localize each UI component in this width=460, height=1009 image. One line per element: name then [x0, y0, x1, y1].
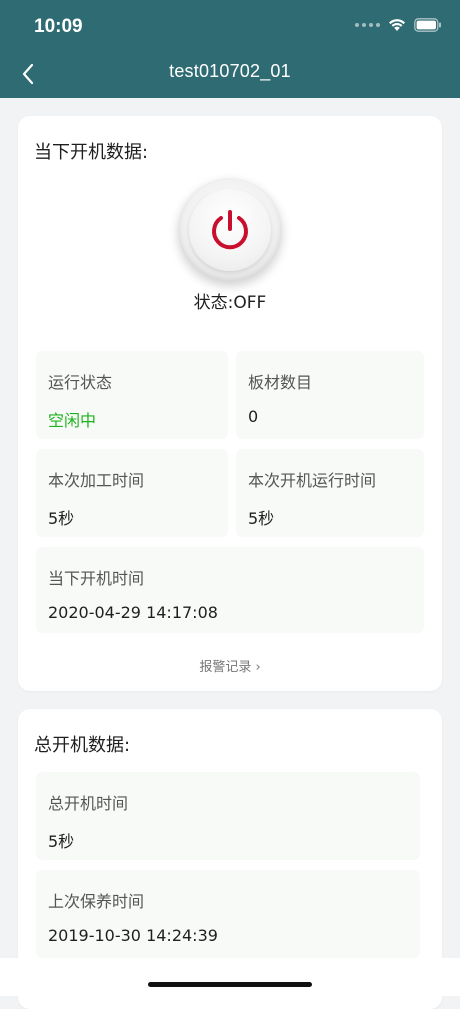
current-data-title: 当下开机数据:	[34, 142, 149, 163]
cell-board-count: 板材数目 0	[236, 351, 424, 439]
power-status-text: 状态:OFF	[193, 293, 267, 313]
battery-icon	[414, 18, 441, 32]
current-data-card: 当下开机数据: 状态:OFF 运行状态 空闲中 板材数目 0 本次加工时间 5秒…	[18, 116, 442, 691]
power-icon	[212, 210, 248, 250]
bottom-safe-area	[0, 958, 460, 996]
power-button[interactable]	[178, 178, 282, 282]
cell-label: 当下开机时间	[48, 569, 145, 588]
home-indicator[interactable]	[148, 982, 312, 987]
cell-run-status: 运行状态 空闲中	[36, 351, 228, 439]
cell-value: 空闲中	[48, 411, 97, 430]
alarm-records-link[interactable]: 报警记录 ›	[18, 656, 442, 675]
page-title: test010702_01	[169, 61, 291, 81]
cell-processing-time: 本次加工时间 5秒	[36, 449, 228, 537]
power-button-face	[189, 189, 271, 271]
cell-boot-run-time: 本次开机运行时间 5秒	[236, 449, 424, 537]
cell-value: 2020-04-29 14:17:08	[48, 603, 218, 622]
total-data-title: 总开机数据:	[34, 735, 131, 756]
cell-label: 本次加工时间	[48, 471, 145, 490]
cell-label: 本次开机运行时间	[248, 471, 377, 490]
status-bar-time: 10:09	[34, 16, 83, 37]
cell-boot-time: 当下开机时间 2020-04-29 14:17:08	[36, 547, 424, 633]
wifi-icon	[389, 19, 405, 31]
cell-value: 2019-10-30 14:24:39	[48, 926, 218, 945]
cell-value: 5秒	[248, 509, 275, 528]
cell-label: 运行状态	[48, 373, 113, 392]
cell-value: 0	[248, 407, 259, 426]
cell-value: 5秒	[48, 509, 75, 528]
status-bar-icons	[355, 18, 442, 32]
app-header: 10:09 test010702_01	[0, 0, 460, 98]
cell-label: 板材数目	[248, 373, 313, 392]
cell-label: 上次保养时间	[48, 892, 145, 911]
cell-value: 5秒	[48, 832, 75, 851]
cell-total-boot-time: 总开机时间 5秒	[36, 772, 420, 860]
cellular-signal-icon	[355, 23, 380, 27]
cell-last-maintenance: 上次保养时间 2019-10-30 14:24:39	[36, 870, 420, 958]
cell-label: 总开机时间	[48, 794, 129, 813]
